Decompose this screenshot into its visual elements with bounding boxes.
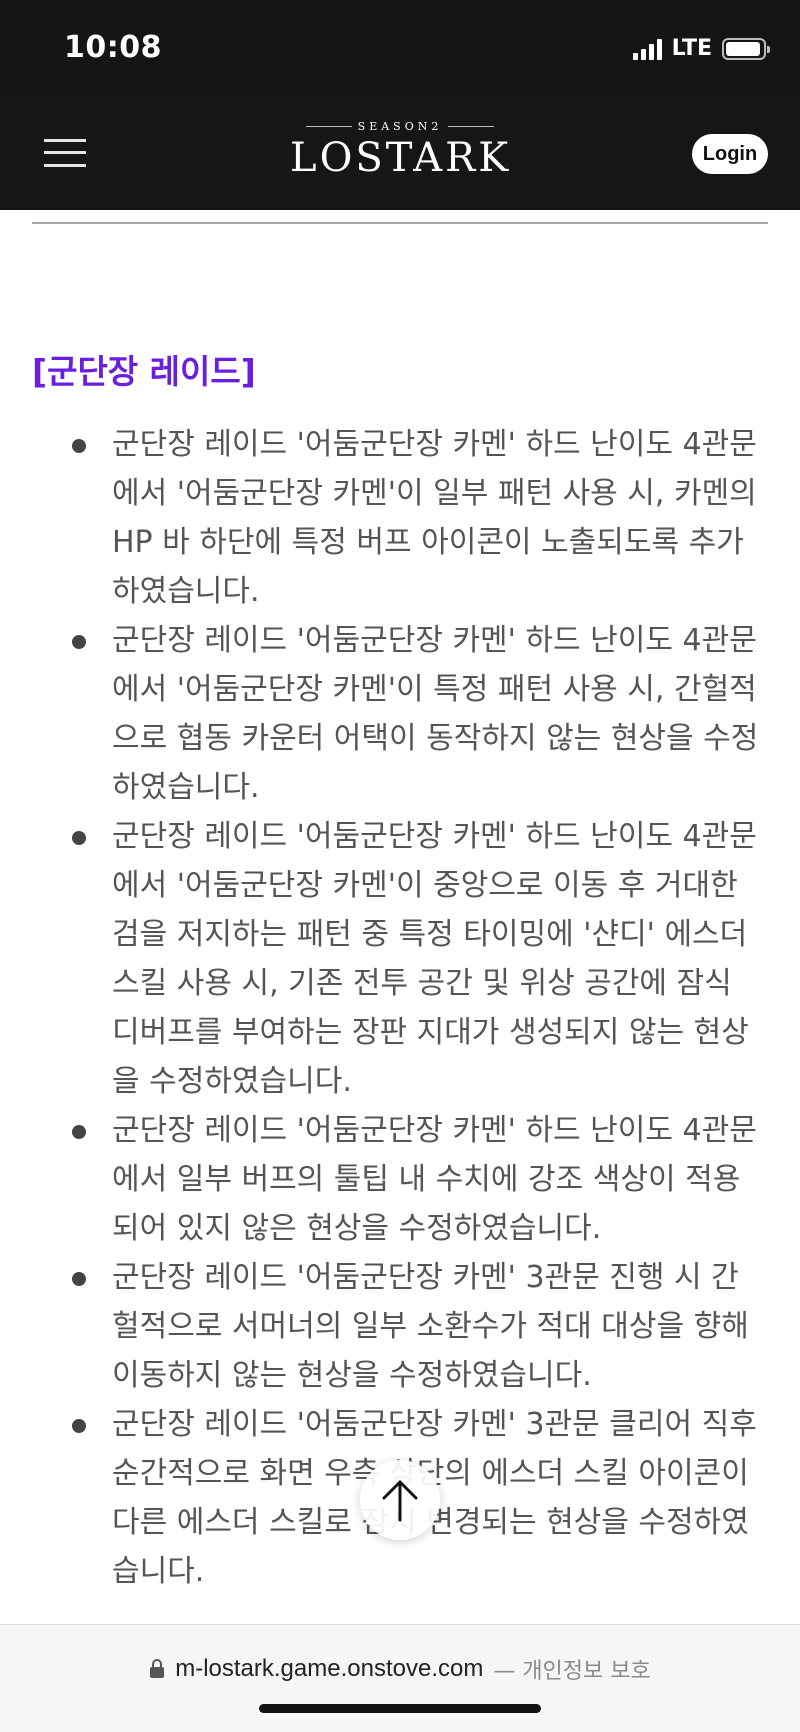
- list-item-text: 군단장 레이드 '어둠군단장 카멘' 하드 난이도 4관문에서 '어둠군단장 카…: [112, 427, 757, 609]
- list-item-text: 군단장 레이드 '어둠군단장 카멘' 하드 난이도 4관문에서 '어둠군단장 카…: [112, 819, 757, 1099]
- content-divider: [32, 222, 768, 224]
- status-indicators: LTE: [632, 36, 770, 61]
- list-item: 군단장 레이드 '어둠군단장 카멘' 하드 난이도 4관문에서 '어둠군단장 카…: [0, 812, 800, 1106]
- lostark-logo[interactable]: SEASON2 LOSTARK: [290, 120, 510, 190]
- status-time: 10:08: [64, 30, 162, 65]
- battery-icon: [722, 37, 770, 60]
- url-text[interactable]: m-lostark.game.onstove.com: [175, 1655, 483, 1683]
- logo-season-text: SEASON2: [357, 120, 443, 133]
- bullet-icon: [72, 1419, 86, 1433]
- logo-main-text: LOSTARK: [290, 135, 512, 181]
- patch-note-list: 군단장 레이드 '어둠군단장 카멘' 하드 난이도 4관문에서 '어둠군단장 카…: [0, 420, 800, 1620]
- list-item: 군단장 레이드 '어둠군단장 카멘' 3관문 진행 시 간헐적으로 서머너의 일…: [0, 1253, 800, 1400]
- signal-icon: [632, 38, 662, 60]
- privacy-label: — 개인정보 보호: [493, 1659, 651, 1684]
- arrow-up-icon: [382, 1480, 418, 1522]
- bullet-icon: [72, 1272, 86, 1286]
- section-title: [군단장 레이드]: [32, 352, 256, 391]
- list-item-text: 군단장 레이드 '어둠군단장 카멘' 3관문 진행 시 간헐적으로 서머너의 일…: [112, 1260, 749, 1393]
- bullet-icon: [72, 831, 86, 845]
- status-bar: 10:08 LTE: [0, 0, 800, 96]
- site-header: SEASON2 LOSTARK Login: [0, 96, 800, 210]
- home-indicator[interactable]: [259, 1704, 541, 1713]
- scroll-top-button[interactable]: [360, 1460, 440, 1540]
- list-item: 군단장 레이드 '어둠군단장 카멘' 하드 난이도 4관문에서 '어둠군단장 카…: [0, 616, 800, 812]
- list-item: 군단장 레이드 '어둠군단장 카멘' 하드 난이도 4관문에서 '어둠군단장 카…: [0, 420, 800, 616]
- hamburger-icon[interactable]: [44, 137, 86, 169]
- lock-icon: [150, 1659, 165, 1678]
- bullet-icon: [72, 1125, 86, 1139]
- bullet-icon: [72, 439, 86, 453]
- list-item-text: 군단장 레이드 '어둠군단장 카멘' 하드 난이도 4관문에서 일부 버프의 툴…: [112, 1113, 757, 1246]
- list-item: 군단장 레이드 '어둠군단장 카멘' 하드 난이도 4관문에서 일부 버프의 툴…: [0, 1106, 800, 1253]
- browser-url-bar[interactable]: m-lostark.game.onstove.com — 개인정보 보호: [0, 1624, 800, 1732]
- login-button[interactable]: Login: [692, 134, 768, 174]
- bullet-icon: [72, 635, 86, 649]
- list-item-text: 군단장 레이드 '어둠군단장 카멘' 하드 난이도 4관문에서 '어둠군단장 카…: [112, 623, 759, 805]
- network-label: LTE: [671, 36, 712, 61]
